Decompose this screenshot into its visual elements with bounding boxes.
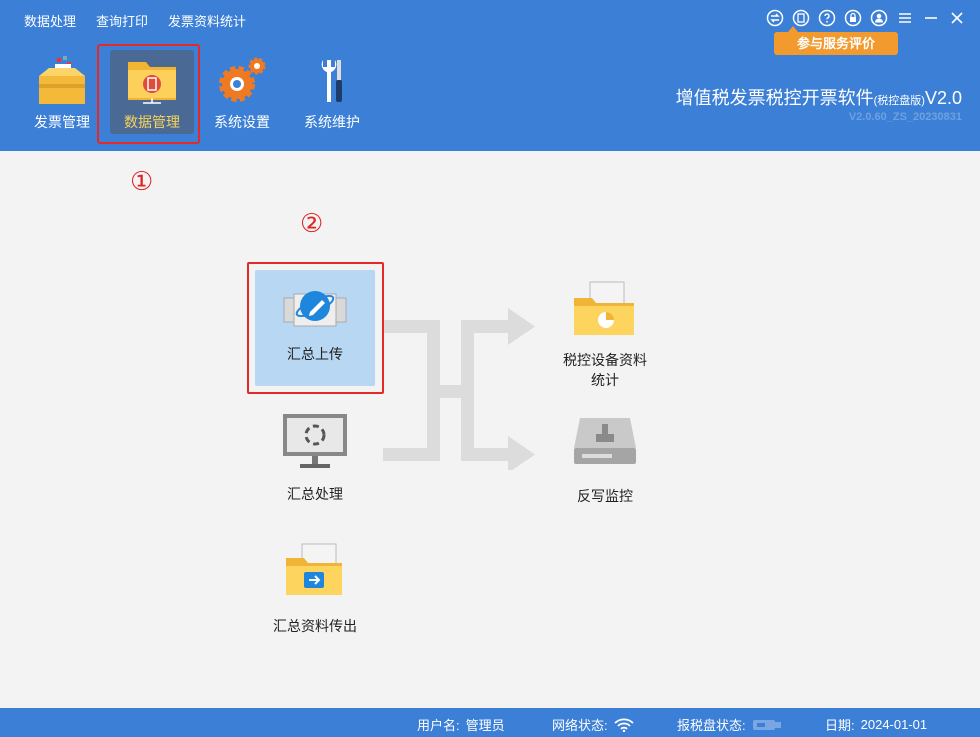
toolbar-data-management[interactable]: 数据管理: [110, 50, 194, 134]
func-label: 反写监控: [577, 488, 633, 504]
wifi-icon: [614, 718, 634, 732]
toolbar-label: 数据管理: [124, 114, 180, 130]
summary-process-tile[interactable]: 汇总处理: [255, 410, 375, 504]
toolbar-label: 系统维护: [304, 114, 360, 130]
tax-disk-label: 报税盘状态:: [677, 718, 746, 733]
username-label: 用户名:: [417, 718, 460, 733]
menu-invoice-stats[interactable]: 发票资料统计: [168, 11, 246, 30]
summary-export-tile[interactable]: 汇总资料传出: [255, 540, 375, 636]
status-username: 用户名: 管理员: [417, 715, 505, 734]
pdf-icon[interactable]: [792, 9, 810, 27]
step-2-marker: ②: [300, 208, 324, 238]
toolbar-system-maintenance[interactable]: 系统维护: [290, 50, 374, 134]
func-label: 税控设备资料 统计: [563, 350, 647, 390]
close-icon[interactable]: [948, 9, 966, 27]
app-edition: (税控盘版): [873, 95, 925, 107]
invoice-box-icon: [39, 56, 85, 104]
app-version-short: V2.0: [924, 88, 962, 108]
gear-icon: [219, 57, 266, 102]
folder-chart-icon: [574, 281, 634, 335]
exchange-icon[interactable]: [766, 9, 784, 27]
func-label-line1: 税控设备资料: [563, 352, 647, 368]
func-label-line2: 统计: [591, 372, 619, 388]
func-label: 汇总上传: [287, 346, 343, 362]
toolbar-invoice-management[interactable]: 发票管理: [20, 50, 104, 134]
folder-export-icon: [286, 543, 342, 595]
upload-pen-icon: [283, 291, 347, 327]
menu-query-print[interactable]: 查询打印: [96, 11, 148, 30]
tax-device-stats-tile[interactable]: 税控设备资料 统计: [545, 280, 665, 390]
status-network: 网络状态:: [552, 715, 634, 734]
flow-connector: [383, 308, 535, 470]
date-label: 日期:: [825, 718, 855, 733]
network-label: 网络状态:: [552, 718, 608, 733]
summary-upload-tile[interactable]: 汇总上传: [255, 270, 375, 386]
toolbar-label: 系统设置: [214, 114, 270, 130]
drive-broom-icon: [574, 418, 636, 464]
tools-icon: [321, 60, 342, 102]
username-value: 管理员: [465, 718, 505, 733]
header-bar: 数据处理 查询打印 发票资料统计 参与服务评价 发票管理 数据管理 系统设置 系…: [0, 0, 980, 151]
func-label: 汇总资料传出: [273, 618, 357, 634]
lock-icon[interactable]: [844, 9, 862, 27]
app-title-text: 增值税发票税控开票软件: [675, 88, 874, 108]
step-1-marker: ①: [130, 166, 154, 196]
data-folder-icon: [128, 62, 176, 104]
user-icon[interactable]: [870, 9, 888, 27]
top-menu: 数据处理 查询打印 发票资料统计: [24, 11, 246, 30]
toolbar-label: 发票管理: [34, 114, 90, 130]
minimize-icon[interactable]: [922, 9, 940, 27]
toolbar-system-settings[interactable]: 系统设置: [200, 50, 284, 134]
window-controls: [766, 9, 966, 27]
date-value: 2024-01-01: [860, 717, 928, 732]
writeback-monitor-tile[interactable]: 反写监控: [545, 412, 665, 506]
status-date: 日期: 2024-01-01: [825, 715, 927, 734]
feedback-button[interactable]: 参与服务评价: [774, 26, 898, 55]
status-bar: 用户名: 管理员 网络状态: 报税盘状态: 日期: 2024-01-01: [0, 708, 980, 737]
app-title: 增值税发票税控开票软件(税控盘版)V2.0: [676, 84, 962, 110]
status-tax-disk: 报税盘状态:: [677, 715, 782, 734]
menu-data-processing[interactable]: 数据处理: [24, 11, 76, 30]
func-label: 汇总处理: [287, 486, 343, 502]
monitor-refresh-icon: [283, 414, 347, 468]
app-build: V2.0.60_ZS_20230831: [848, 111, 962, 123]
menu-icon[interactable]: [896, 9, 914, 27]
main-toolbar: 发票管理 数据管理 系统设置 系统维护: [20, 50, 374, 134]
usb-disk-icon: [752, 719, 781, 730]
help-icon[interactable]: [818, 9, 836, 27]
